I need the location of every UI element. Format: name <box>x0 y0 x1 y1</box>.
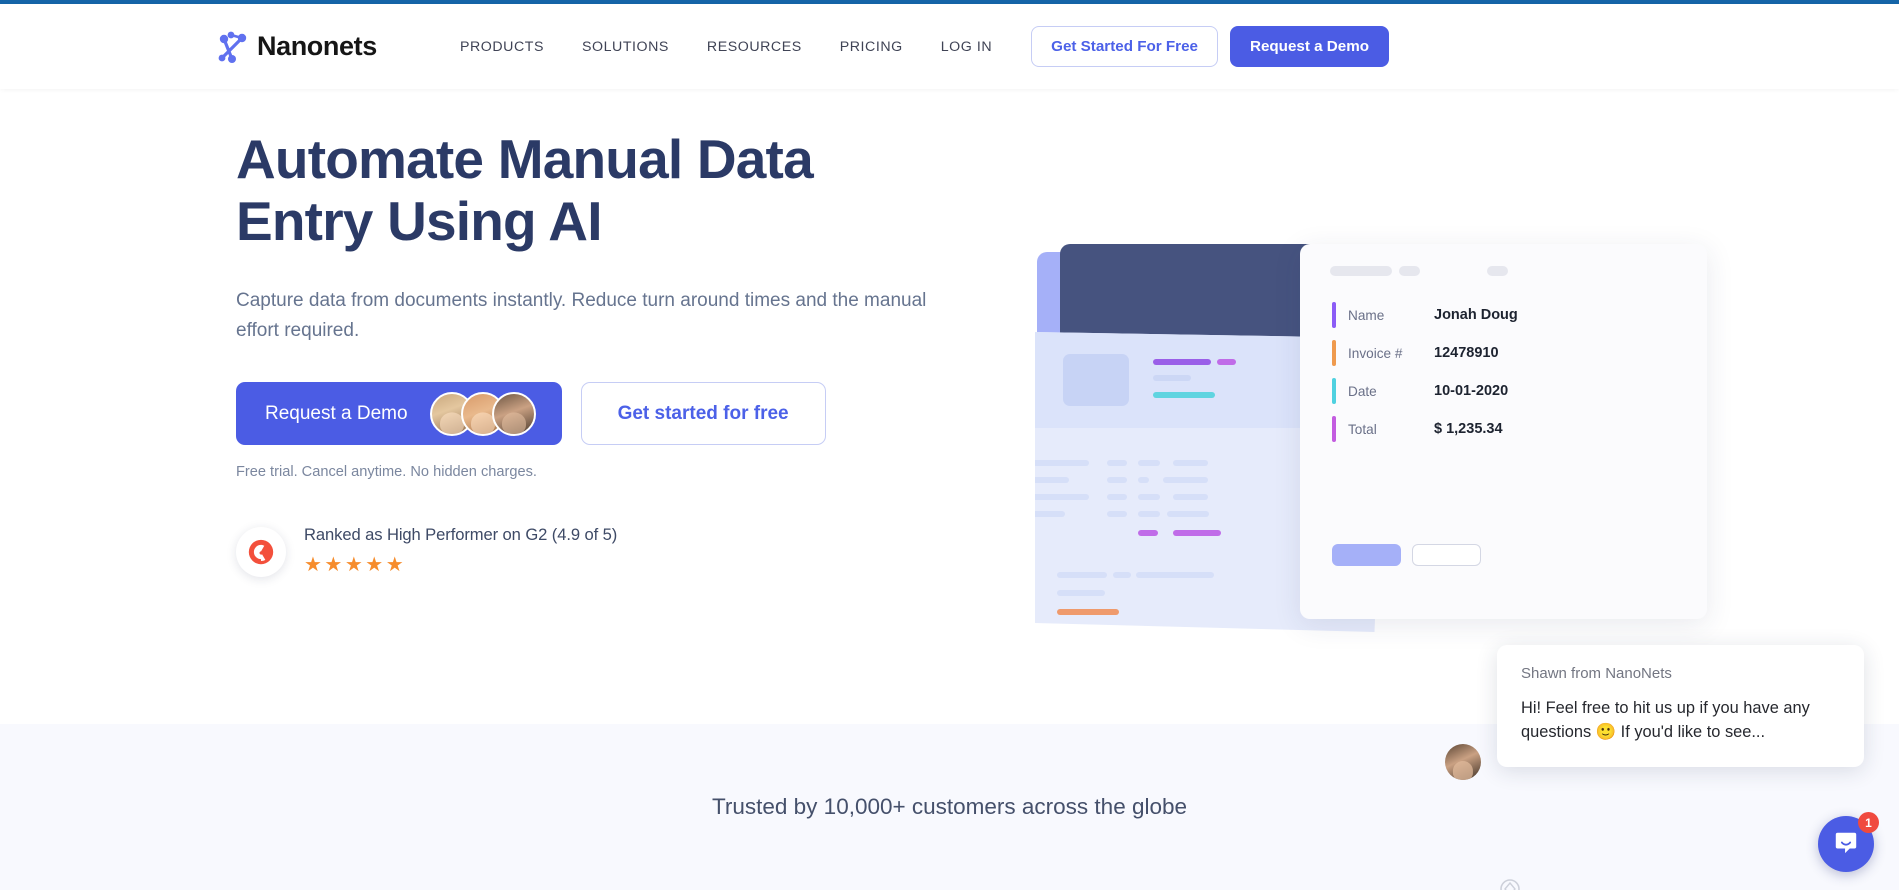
nav-item-resources[interactable]: RESOURCES <box>688 39 821 55</box>
chat-message-bubble[interactable]: Shawn from NanoNets Hi! Feel free to hit… <box>1497 645 1864 767</box>
hero-title-line-2: Entry Using AI <box>236 189 603 252</box>
header-request-demo-button[interactable]: Request a Demo <box>1229 26 1389 67</box>
nav-item-solutions[interactable]: SOLUTIONS <box>563 39 688 55</box>
data-value-name: Jonah Doug <box>1434 307 1518 323</box>
hero-request-demo-label: Request a Demo <box>265 402 408 424</box>
data-row-name: Name Jonah Doug <box>1332 302 1518 328</box>
card-secondary-button <box>1412 544 1481 566</box>
hero-request-demo-button[interactable]: Request a Demo <box>236 382 562 446</box>
avatar-customer-3 <box>491 391 536 436</box>
chat-message-text: Hi! Feel free to hit us up if you have a… <box>1521 699 1810 742</box>
customer-logo-icon <box>1487 870 1533 890</box>
data-key-name: Name <box>1348 307 1385 323</box>
brand-name: Nanonets <box>257 31 377 61</box>
header-get-started-button[interactable]: Get Started For Free <box>1031 26 1218 67</box>
row-accent-bar <box>1332 416 1336 442</box>
customer-avatar-group <box>429 391 536 436</box>
nanonets-logo-icon <box>218 31 248 63</box>
data-row-total: Total $ 1,235.34 <box>1332 416 1503 442</box>
g2-logo-icon <box>236 527 286 578</box>
nav-item-products[interactable]: PRODUCTS <box>441 39 563 55</box>
page-title: Automate Manual Data Entry Using AI <box>236 128 916 252</box>
brand-logo[interactable]: Nanonets <box>218 31 377 63</box>
row-accent-bar <box>1332 340 1336 366</box>
data-key-total: Total <box>1348 421 1377 437</box>
hero-cta-row: Request a Demo Get started for free <box>236 382 996 446</box>
document-thumbnail <box>1063 354 1129 406</box>
data-key-date: Date <box>1348 383 1377 399</box>
card-primary-button <box>1332 544 1401 566</box>
data-row-date: Date 10-01-2020 <box>1332 378 1508 404</box>
data-key-invoice: Invoice # <box>1348 345 1403 361</box>
main-navigation: PRODUCTS SOLUTIONS RESOURCES PRICING LOG… <box>441 26 1899 67</box>
hero-copy-block: Automate Manual Data Entry Using AI Capt… <box>236 128 996 578</box>
chat-bubble-icon <box>1833 829 1859 860</box>
nav-item-login[interactable]: LOG IN <box>922 39 1011 55</box>
page-root: Nanonets PRODUCTS SOLUTIONS RESOURCES PR… <box>0 0 1899 890</box>
chat-agent-avatar <box>1445 744 1481 780</box>
data-row-invoice: Invoice # 12478910 <box>1332 340 1499 366</box>
nav-item-pricing[interactable]: PRICING <box>821 39 922 55</box>
card-placeholder-2 <box>1399 266 1420 276</box>
site-header: Nanonets PRODUCTS SOLUTIONS RESOURCES PR… <box>0 4 1899 89</box>
row-accent-bar <box>1332 302 1336 328</box>
hero-get-started-button[interactable]: Get started for free <box>580 382 826 446</box>
chat-sender-name: Shawn from NanoNets <box>1521 665 1672 682</box>
data-value-invoice: 12478910 <box>1434 345 1499 361</box>
hero-illustration: Name Jonah Doug Invoice # 12478910 Date … <box>1035 244 1707 634</box>
chat-unread-badge: 1 <box>1858 812 1879 833</box>
g2-rating-text: Ranked as High Performer on G2 (4.9 of 5… <box>304 525 618 545</box>
trial-disclaimer: Free trial. Cancel anytime. No hidden ch… <box>236 464 537 481</box>
card-placeholder-1 <box>1330 266 1392 276</box>
g2-text-block: Ranked as High Performer on G2 (4.9 of 5… <box>304 523 617 577</box>
hero-title-line-1: Automate Manual Data <box>236 128 814 190</box>
data-value-total: $ 1,235.34 <box>1434 421 1503 437</box>
g2-badge[interactable]: Ranked as High Performer on G2 (4.9 of 5… <box>236 523 996 578</box>
row-accent-bar <box>1332 378 1336 404</box>
card-placeholder-3 <box>1487 266 1508 276</box>
hero-subtitle: Capture data from documents instantly. R… <box>236 290 927 341</box>
extracted-data-card: Name Jonah Doug Invoice # 12478910 Date … <box>1300 244 1707 619</box>
hero-section: Automate Manual Data Entry Using AI Capt… <box>0 89 1899 724</box>
data-value-date: 10-01-2020 <box>1434 383 1509 399</box>
g2-star-rating: ★★★★★ <box>304 554 407 577</box>
